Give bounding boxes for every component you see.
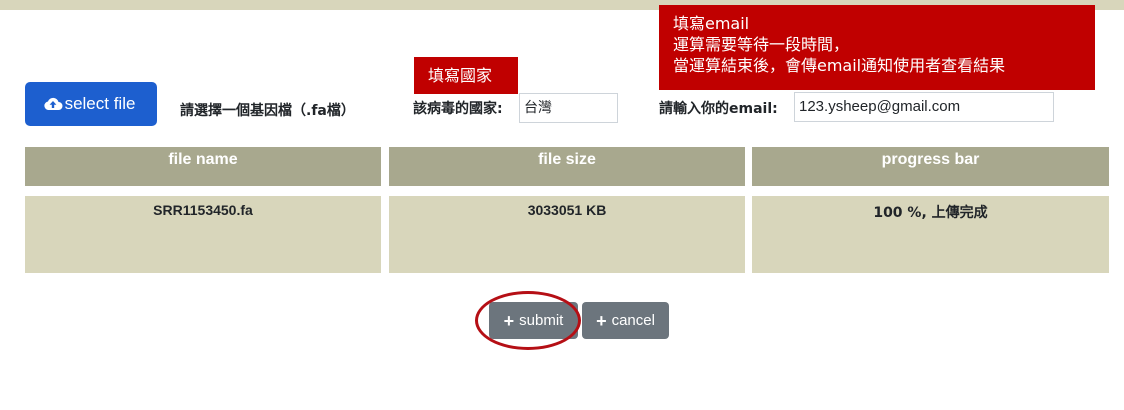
email-annotation-line: 當運算結束後，會傳email通知使用者查看結果 <box>673 56 1006 75</box>
file-hint-label: 請選擇一個基因檔（.fa檔） <box>180 103 355 119</box>
cancel-label: cancel <box>611 312 655 329</box>
plus-icon: + <box>596 310 607 331</box>
submit-label: submit <box>519 312 564 329</box>
cell-file-size: 3033051 KB <box>389 196 745 273</box>
select-file-label: select file <box>64 94 136 113</box>
cancel-button[interactable]: + cancel <box>582 302 669 339</box>
column-header-file-name: file name <box>25 147 381 186</box>
submit-button[interactable]: + submit <box>489 302 578 339</box>
plus-icon: + <box>503 310 515 331</box>
country-label: 該病毒的國家: <box>413 101 503 117</box>
country-annotation-callout: 填寫國家 <box>414 57 518 94</box>
email-label: 請輸入你的email: <box>659 101 778 117</box>
cell-file-name: SRR1153450.fa <box>25 196 381 273</box>
email-annotation-line: 運算需要等待一段時間， <box>673 35 850 54</box>
select-file-button[interactable]: select file <box>25 82 157 126</box>
cloud-upload-icon <box>43 97 63 110</box>
cell-progress: 100 %, 上傳完成 <box>752 196 1109 273</box>
column-header-file-size: file size <box>389 147 745 186</box>
email-annotation-line: 填寫email <box>673 14 750 33</box>
email-annotation-callout: 填寫email 運算需要等待一段時間， 當運算結束後，會傳email通知使用者查… <box>659 5 1095 90</box>
email-input[interactable]: 123.ysheep@gmail.com <box>794 92 1054 122</box>
country-input[interactable]: 台灣 <box>519 93 618 123</box>
column-header-progress-bar: progress bar <box>752 147 1109 186</box>
